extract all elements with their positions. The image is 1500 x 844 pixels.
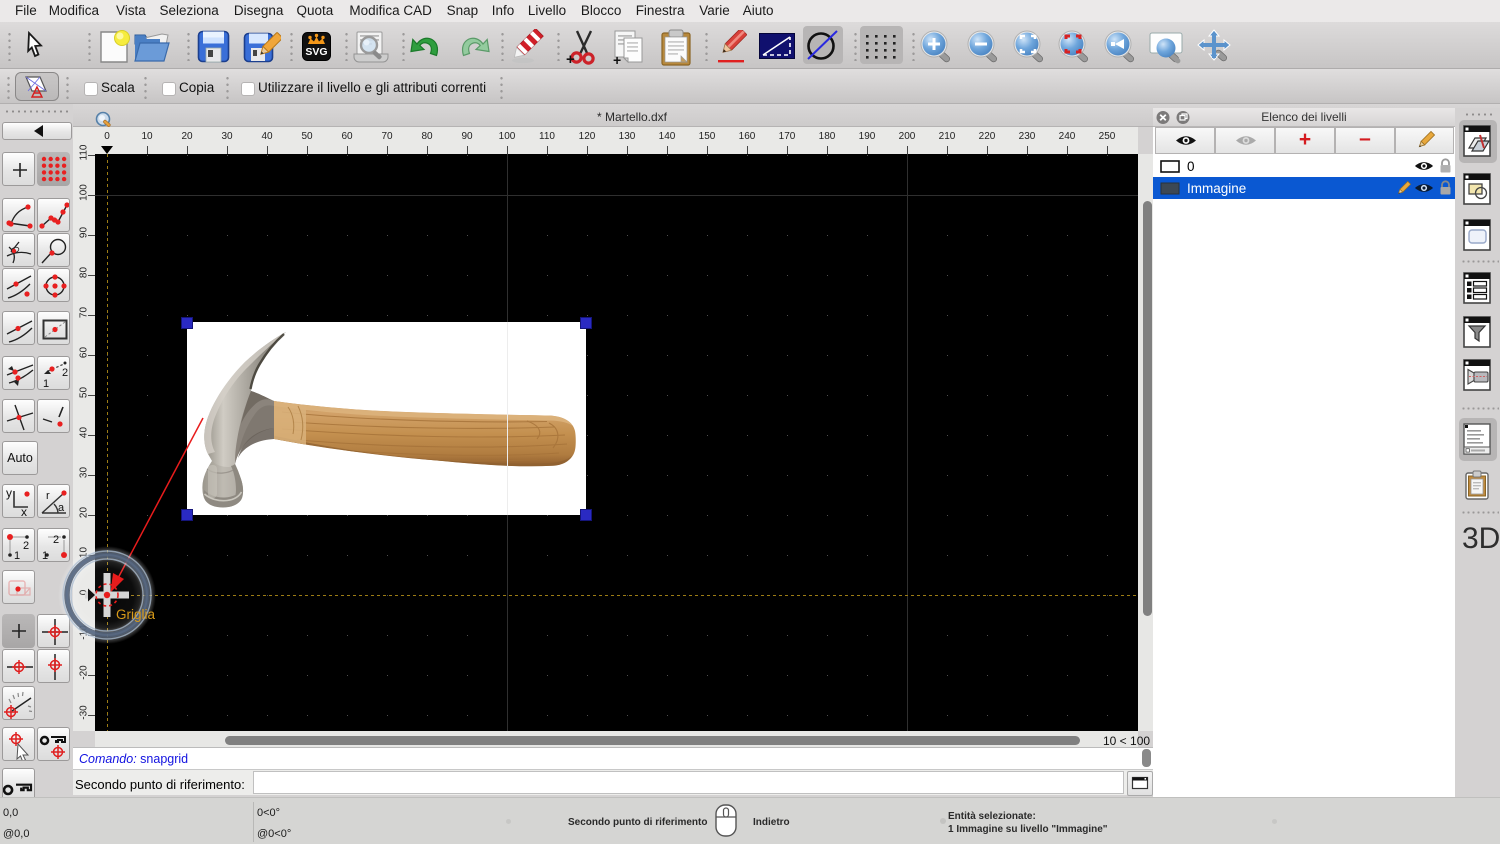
svg-text:y: y (6, 486, 12, 500)
svg-text:+: + (566, 51, 575, 67)
svg-text:2: 2 (62, 367, 68, 379)
svg-text:SVG: SVG (305, 46, 327, 58)
svg-text:1: 1 (14, 550, 20, 561)
svg-text:+: + (613, 52, 621, 67)
svg-text:1: 1 (43, 378, 49, 389)
svg-text:Griglia: Griglia (116, 607, 156, 622)
svg-text:a: a (58, 502, 65, 514)
svg-text:x: x (21, 505, 27, 517)
svg-text:2: 2 (23, 540, 29, 552)
svg-text:r: r (46, 490, 50, 502)
